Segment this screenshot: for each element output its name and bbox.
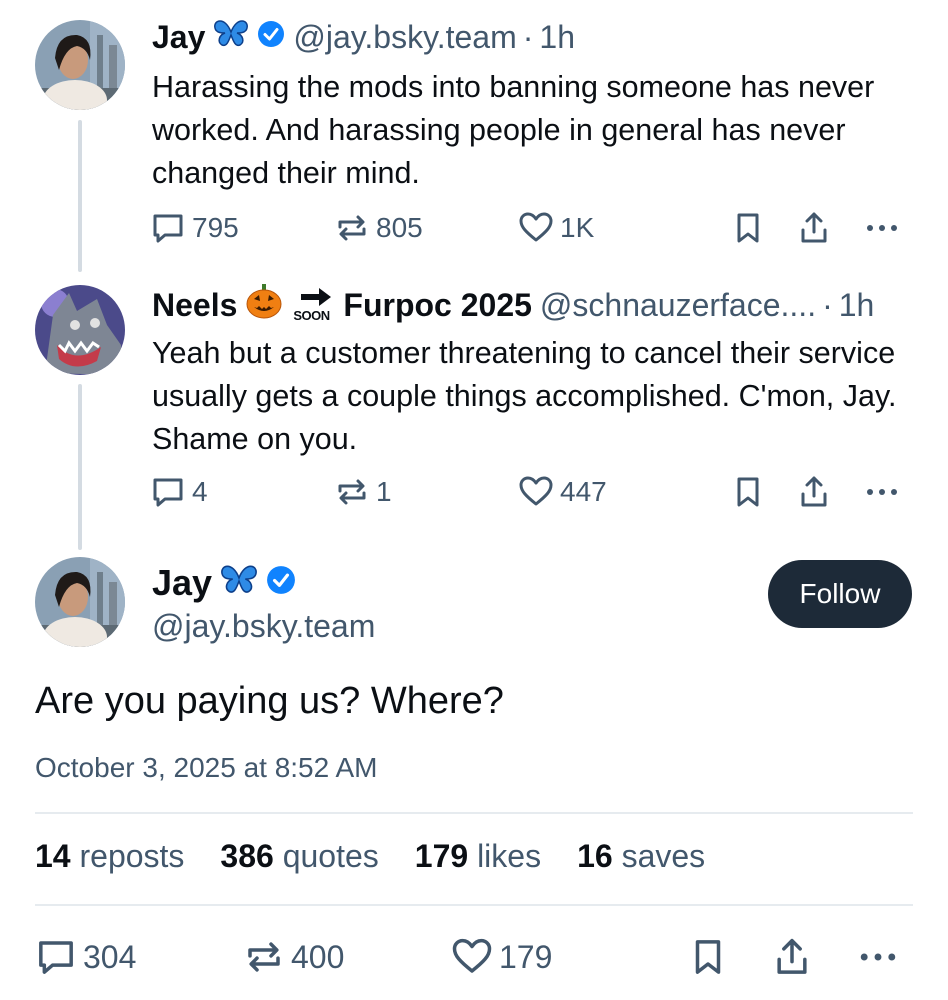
share-button[interactable]	[796, 474, 832, 510]
stat-label: reposts	[79, 838, 185, 874]
stat-saves[interactable]: 16 saves	[577, 838, 705, 875]
reply-button[interactable]: 795	[150, 210, 239, 246]
repost-icon	[338, 215, 366, 241]
reply-icon	[153, 214, 183, 243]
share-button[interactable]	[796, 210, 832, 246]
divider	[35, 812, 913, 814]
post-date[interactable]: October 3, 2025 at 8:52 AM	[35, 752, 377, 784]
reply-count: 795	[192, 212, 239, 243]
author-name[interactable]: Jay	[152, 19, 205, 56]
jack-o-lantern-emoji	[245, 283, 283, 327]
soon-arrow-emoji: SOON	[291, 285, 337, 325]
butterfly-emoji	[220, 562, 258, 604]
avatar[interactable]	[35, 557, 125, 647]
reply-count: 304	[83, 938, 137, 975]
post-time[interactable]: 1h	[539, 19, 575, 56]
repost-count: 1	[376, 476, 392, 507]
bookmark-icon	[695, 940, 721, 974]
repost-button[interactable]: 805	[334, 210, 423, 246]
reply-icon	[39, 941, 73, 974]
stat-value: 179	[414, 838, 469, 874]
like-button[interactable]: 447	[518, 474, 607, 510]
avatar[interactable]	[35, 20, 125, 110]
ellipsis-icon	[867, 489, 897, 495]
bookmark-icon	[737, 477, 759, 507]
bookmark-button[interactable]	[730, 474, 766, 510]
divider	[35, 904, 913, 906]
post-text: Harassing the mods into banning someone …	[152, 70, 875, 190]
stat-value: 386	[220, 838, 274, 874]
share-icon	[777, 938, 807, 974]
author-handle[interactable]: @schnauzerface....	[540, 287, 816, 324]
like-count: 447	[560, 476, 607, 507]
main-author-row: Jay	[152, 562, 296, 604]
butterfly-emoji	[213, 18, 249, 56]
share-icon	[801, 476, 827, 507]
separator-dot: ·	[822, 286, 833, 323]
share-button[interactable]	[771, 936, 813, 978]
more-options-button[interactable]	[862, 474, 902, 510]
author-handle[interactable]: @jay.bsky.team	[293, 19, 516, 56]
thread-line	[78, 120, 82, 272]
post-header: Jay @jay.bsky.team · 1h	[152, 18, 575, 56]
stat-quotes[interactable]: 386 quotes	[220, 838, 378, 875]
reply-icon	[153, 478, 183, 507]
author-handle[interactable]: @jay.bsky.team	[152, 608, 375, 645]
post-actions: 795 805 1K	[150, 210, 910, 250]
bookmark-button[interactable]	[687, 936, 729, 978]
repost-button[interactable]: 1	[334, 474, 392, 510]
bookmark-icon	[737, 213, 759, 243]
author-name[interactable]: Neels	[152, 287, 237, 324]
engagement-stats: 14 reposts 386 quotes 179 likes 16 saves	[35, 838, 741, 875]
like-count: 1K	[560, 212, 595, 243]
post-text: Are you paying us? Where?	[35, 680, 504, 722]
stat-value: 16	[577, 838, 613, 874]
stat-reposts[interactable]: 14 reposts	[35, 838, 184, 875]
like-button[interactable]: 1K	[518, 210, 594, 246]
like-button[interactable]: 179	[451, 936, 552, 978]
bookmark-button[interactable]	[730, 210, 766, 246]
heart-icon	[452, 938, 492, 973]
verified-check-icon	[257, 19, 285, 56]
like-count: 179	[499, 938, 553, 975]
repost-icon	[248, 942, 280, 972]
author-name-suffix[interactable]: Furpoc 2025	[343, 287, 532, 324]
repost-count: 805	[376, 212, 423, 243]
repost-count: 400	[291, 938, 345, 975]
share-icon	[801, 212, 827, 243]
reply-count: 4	[192, 476, 208, 507]
soon-label: SOON	[293, 308, 330, 323]
post-actions: 4 1 447	[150, 474, 910, 514]
ellipsis-icon	[867, 225, 897, 231]
reply-button[interactable]: 4	[150, 474, 208, 510]
post-time[interactable]: 1h	[839, 287, 875, 324]
more-options-button[interactable]	[855, 936, 901, 978]
follow-button[interactable]: Follow	[768, 560, 912, 628]
heart-icon	[519, 476, 553, 506]
stat-value: 14	[35, 838, 71, 874]
verified-check-icon	[266, 562, 296, 604]
post-text: Yeah but a customer threatening to cance…	[152, 336, 897, 456]
heart-icon	[519, 212, 553, 242]
reply-button[interactable]: 304	[35, 936, 136, 978]
post-header: Neels SOON Furpoc 2025 @schnauzerface...…	[152, 283, 874, 327]
repost-button[interactable]: 400	[243, 936, 344, 978]
repost-icon	[338, 479, 366, 505]
more-options-button[interactable]	[862, 210, 902, 246]
thread-line	[78, 384, 82, 550]
author-name[interactable]: Jay	[152, 562, 212, 604]
main-post-actions: 304 400 179	[35, 936, 913, 980]
stat-label: likes	[477, 838, 542, 874]
stat-likes[interactable]: 179 likes	[415, 838, 541, 875]
avatar[interactable]	[35, 285, 125, 375]
stat-label: quotes	[282, 838, 379, 874]
stat-label: saves	[621, 838, 706, 874]
ellipsis-icon	[860, 953, 896, 961]
separator-dot: ·	[522, 18, 534, 55]
